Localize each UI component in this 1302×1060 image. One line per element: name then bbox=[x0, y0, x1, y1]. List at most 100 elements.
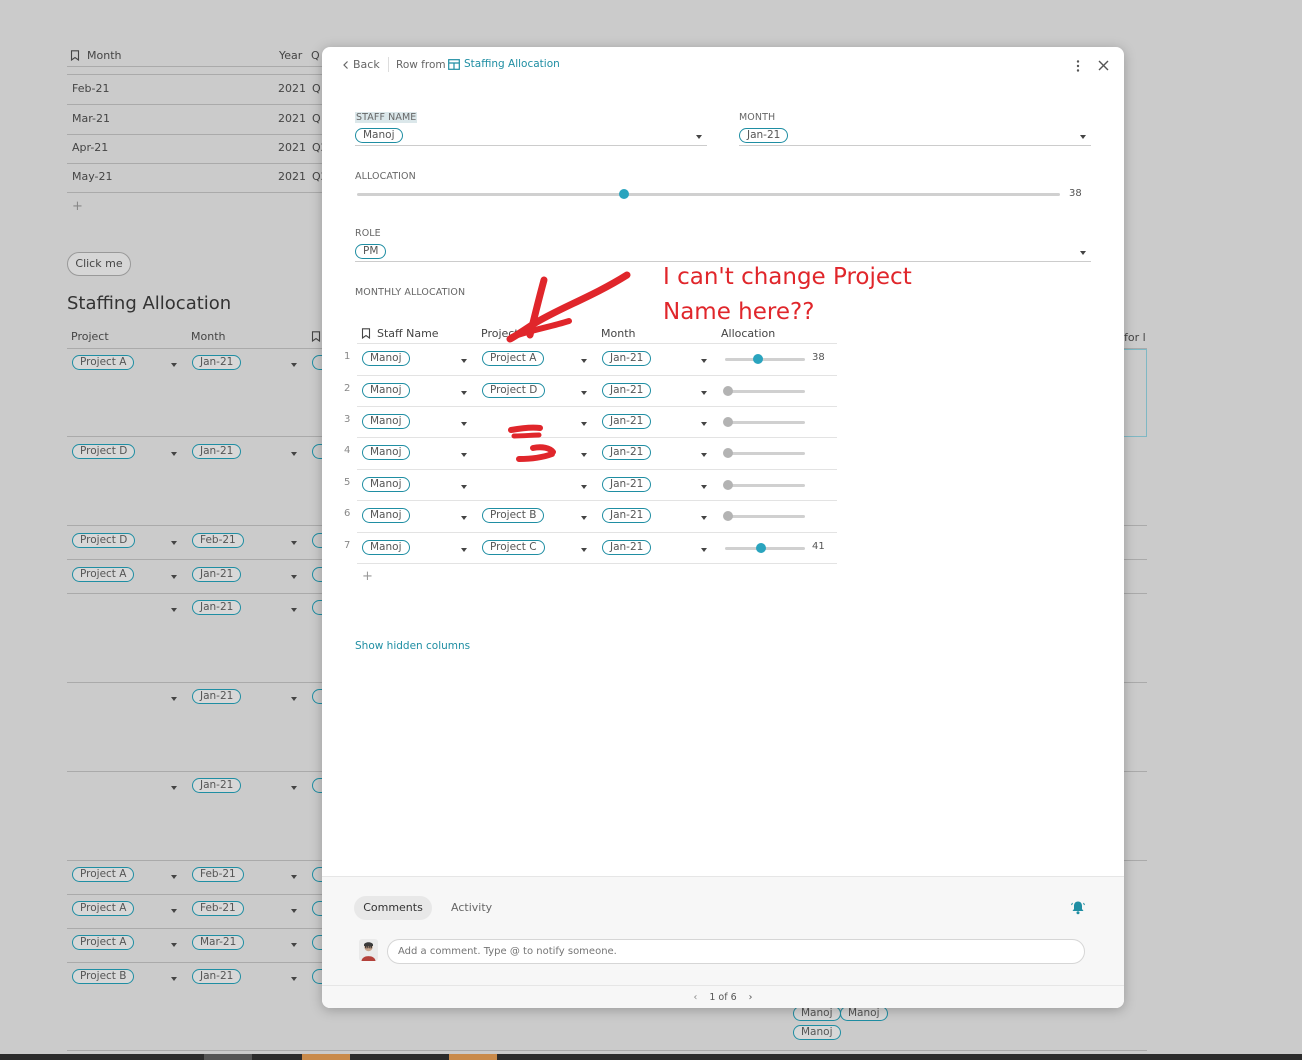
chevron-down-icon[interactable] bbox=[171, 943, 177, 947]
top-table-month: Feb-21 bbox=[72, 82, 110, 95]
month-pill[interactable]: Mar-21 bbox=[192, 935, 245, 950]
chevron-down-icon[interactable] bbox=[171, 786, 177, 790]
table-row[interactable]: Project D bbox=[72, 533, 136, 548]
chevron-down-icon[interactable] bbox=[291, 909, 297, 913]
tab-activity[interactable]: Activity bbox=[451, 896, 492, 920]
chevron-down-icon[interactable] bbox=[291, 943, 297, 947]
taskbar-item[interactable] bbox=[449, 1054, 497, 1060]
divider bbox=[67, 163, 322, 164]
chevron-down-icon[interactable] bbox=[291, 541, 297, 545]
divider bbox=[67, 348, 322, 349]
next-record-icon[interactable]: › bbox=[749, 992, 753, 1003]
pill-fragment bbox=[312, 969, 322, 984]
chevron-down-icon[interactable] bbox=[171, 909, 177, 913]
comment-input[interactable] bbox=[387, 939, 1085, 964]
tab-comments[interactable]: Comments bbox=[354, 896, 432, 920]
project-pill[interactable]: Project B bbox=[72, 969, 135, 984]
top-table-year: 2021 bbox=[278, 170, 306, 183]
chevron-down-icon[interactable] bbox=[291, 608, 297, 612]
project-pill[interactable]: Project A bbox=[72, 567, 135, 582]
divider bbox=[67, 559, 322, 560]
project-pill[interactable]: Project A bbox=[72, 901, 135, 916]
chevron-down-icon[interactable] bbox=[171, 875, 177, 879]
chevron-down-icon[interactable] bbox=[291, 575, 297, 579]
chevron-down-icon[interactable] bbox=[171, 575, 177, 579]
chevron-down-icon[interactable] bbox=[171, 977, 177, 981]
top-table-month: Apr-21 bbox=[72, 141, 109, 154]
taskbar-item[interactable] bbox=[204, 1054, 252, 1060]
prev-record-icon[interactable]: ‹ bbox=[694, 992, 698, 1003]
staff-pill[interactable]: Manoj bbox=[840, 1006, 888, 1021]
month-pill[interactable]: Jan-21 bbox=[192, 778, 242, 793]
month-pill[interactable]: Feb-21 bbox=[192, 533, 244, 548]
chevron-down-icon[interactable] bbox=[171, 452, 177, 456]
divider bbox=[67, 66, 322, 67]
bell-icon[interactable] bbox=[1071, 900, 1085, 918]
bookmark-icon bbox=[311, 331, 321, 349]
top-table-month: Mar-21 bbox=[72, 112, 111, 125]
top-table-header-q: Q bbox=[311, 49, 320, 62]
table-row[interactable]: Project D bbox=[72, 444, 136, 459]
divider bbox=[67, 104, 322, 105]
table-header-month: Month bbox=[191, 330, 226, 343]
annotation-text: I can't change Project Name here?? bbox=[663, 264, 912, 325]
pill-fragment bbox=[312, 689, 322, 704]
annotation-arrow-icon bbox=[506, 271, 631, 462]
divider bbox=[1124, 682, 1147, 683]
chevron-down-icon[interactable] bbox=[291, 786, 297, 790]
table-row[interactable]: Project A bbox=[72, 901, 135, 916]
project-pill[interactable]: Project A bbox=[72, 935, 135, 950]
staff-pill[interactable]: Manoj bbox=[793, 1025, 841, 1040]
pill-fragment bbox=[312, 600, 322, 615]
month-pill[interactable]: Jan-21 bbox=[192, 969, 242, 984]
taskbar-item[interactable] bbox=[302, 1054, 350, 1060]
table-header-project: Project bbox=[71, 330, 109, 343]
pill-fragment bbox=[312, 444, 322, 459]
top-table-year: 2021 bbox=[278, 112, 306, 125]
month-pill[interactable]: Jan-21 bbox=[192, 355, 242, 370]
chevron-down-icon[interactable] bbox=[291, 452, 297, 456]
month-pill[interactable]: Feb-21 bbox=[192, 901, 244, 916]
table-row[interactable]: Project A bbox=[72, 867, 135, 882]
chevron-down-icon[interactable] bbox=[291, 697, 297, 701]
chevron-down-icon[interactable] bbox=[171, 608, 177, 612]
staff-pill[interactable]: Manoj bbox=[793, 1006, 841, 1021]
table-row[interactable]: Project A bbox=[72, 567, 135, 582]
table-row[interactable]: Project B bbox=[72, 969, 135, 984]
month-pill[interactable]: Jan-21 bbox=[192, 444, 242, 459]
divider bbox=[67, 682, 322, 683]
divider bbox=[1124, 593, 1147, 594]
click-me-button[interactable]: Click me bbox=[67, 252, 131, 276]
divider bbox=[67, 928, 322, 929]
month-pill[interactable]: Jan-21 bbox=[192, 567, 242, 582]
divider bbox=[1124, 771, 1147, 772]
top-table-q: Q bbox=[312, 112, 321, 125]
add-row-button[interactable]: + bbox=[72, 199, 83, 214]
chevron-down-icon[interactable] bbox=[291, 977, 297, 981]
chevron-down-icon[interactable] bbox=[171, 541, 177, 545]
table-row[interactable]: Project A bbox=[72, 355, 135, 370]
project-pill[interactable]: Project A bbox=[72, 867, 135, 882]
pill-fragment bbox=[312, 935, 322, 950]
record-card-modal: Back Row from Staffing Allocation STAFF … bbox=[322, 47, 1124, 1008]
month-pill[interactable]: Jan-21 bbox=[192, 600, 242, 615]
divider bbox=[1124, 559, 1147, 560]
top-table-q: Q bbox=[312, 82, 321, 95]
comments-footer: Comments Activity ‹ 1 of 6 › bbox=[322, 876, 1124, 1008]
month-pill[interactable]: Feb-21 bbox=[192, 867, 244, 882]
chevron-down-icon[interactable] bbox=[291, 875, 297, 879]
project-pill[interactable]: Project D bbox=[72, 533, 136, 548]
chevron-down-icon[interactable] bbox=[171, 363, 177, 367]
month-pill[interactable]: Jan-21 bbox=[192, 689, 242, 704]
divider bbox=[67, 894, 322, 895]
taskbar bbox=[0, 1054, 1302, 1060]
divider bbox=[1124, 860, 1147, 861]
project-pill[interactable]: Project D bbox=[72, 444, 136, 459]
table-row[interactable]: Project A bbox=[72, 935, 135, 950]
chevron-down-icon[interactable] bbox=[291, 363, 297, 367]
chevron-down-icon[interactable] bbox=[171, 697, 177, 701]
project-pill[interactable]: Project A bbox=[72, 355, 135, 370]
divider bbox=[1124, 525, 1147, 526]
top-table-year: 2021 bbox=[278, 82, 306, 95]
pill-fragment bbox=[312, 533, 322, 548]
